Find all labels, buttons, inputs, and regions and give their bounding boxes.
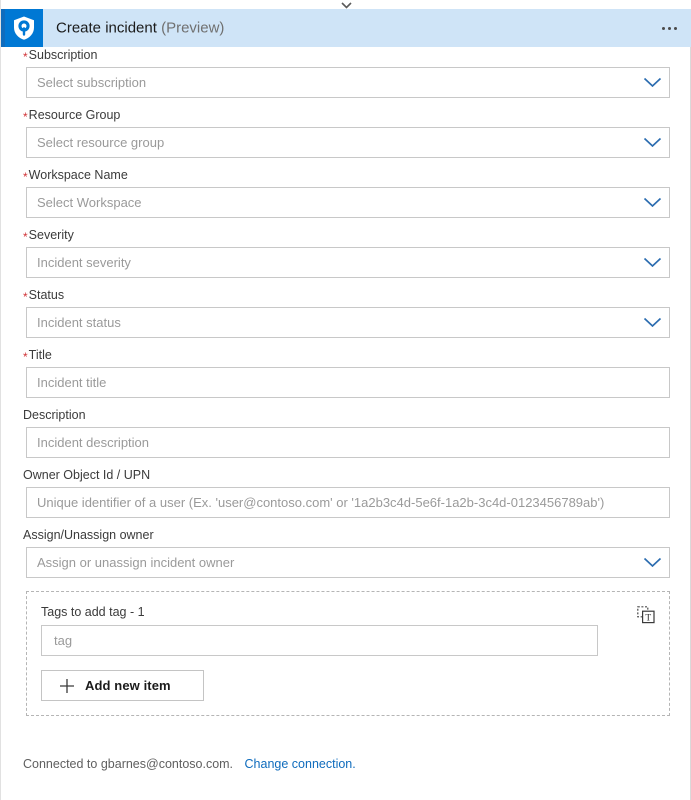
label-text: Owner Object Id / UPN <box>23 468 150 482</box>
label-text: Subscription <box>29 48 98 62</box>
change-connection-link[interactable]: Change connection. <box>245 757 356 771</box>
status-dropdown[interactable]: Incident status <box>26 307 670 338</box>
chevron-down-icon[interactable] <box>635 128 669 157</box>
menu-dot <box>662 27 665 30</box>
label-status: *Status <box>23 287 670 303</box>
page-title-text: Create incident <box>56 20 157 37</box>
connection-status-text: Connected to gbarnes@contoso.com. <box>23 757 233 771</box>
tags-array-block: Tags to add tag - 1 tag T Add new item <box>26 591 670 716</box>
resource-group-placeholder: Select resource group <box>27 135 635 150</box>
menu-dot <box>674 27 677 30</box>
form-body: *Subscription Select subscription *Resou… <box>1 47 691 716</box>
add-new-item-button[interactable]: Add new item <box>41 670 204 701</box>
label-text: Assign/Unassign owner <box>23 528 154 542</box>
owner-object-id-input[interactable]: Unique identifier of a user (Ex. 'user@c… <box>26 487 670 518</box>
caret-down-icon[interactable] <box>340 1 354 9</box>
required-marker: * <box>23 230 28 244</box>
create-incident-action-card: Create incident (Preview) *Subscription … <box>0 0 691 800</box>
chevron-down-icon[interactable] <box>635 548 669 577</box>
required-marker: * <box>23 50 28 64</box>
subscription-dropdown[interactable]: Select subscription <box>26 67 670 98</box>
required-marker: * <box>23 110 28 124</box>
title-placeholder: Incident title <box>27 375 669 390</box>
text-input-switch-icon[interactable]: T <box>635 604 657 626</box>
field-description: Description Incident description <box>1 407 691 458</box>
owner-object-id-placeholder: Unique identifier of a user (Ex. 'user@c… <box>27 495 669 510</box>
tags-item-label: Tags to add tag - 1 <box>41 604 655 620</box>
label-text: Resource Group <box>29 108 121 122</box>
add-new-item-label: Add new item <box>85 678 171 693</box>
workspace-name-dropdown[interactable]: Select Workspace <box>26 187 670 218</box>
subscription-placeholder: Select subscription <box>27 75 635 90</box>
required-marker: * <box>23 170 28 184</box>
label-text: Title <box>29 348 52 362</box>
chevron-down-icon[interactable] <box>635 308 669 337</box>
preview-badge: (Preview) <box>161 20 224 37</box>
svg-text:T: T <box>645 613 651 623</box>
required-marker: * <box>23 290 28 304</box>
label-text: Description <box>23 408 86 422</box>
label-owner-object-id: Owner Object Id / UPN <box>23 467 670 483</box>
chevron-down-icon[interactable] <box>635 68 669 97</box>
page-title: Create incident (Preview) <box>56 20 224 37</box>
field-severity: *Severity Incident severity <box>1 227 691 278</box>
field-subscription: *Subscription Select subscription <box>1 47 691 98</box>
field-title: *Title Incident title <box>1 347 691 398</box>
severity-dropdown[interactable]: Incident severity <box>26 247 670 278</box>
severity-placeholder: Incident severity <box>27 255 635 270</box>
field-resource-group: *Resource Group Select resource group <box>1 107 691 158</box>
status-placeholder: Incident status <box>27 315 635 330</box>
tag-placeholder: tag <box>42 633 72 648</box>
menu-dot <box>668 27 671 30</box>
required-marker: * <box>23 350 28 364</box>
label-assign-unassign-owner: Assign/Unassign owner <box>23 527 670 543</box>
chevron-down-icon[interactable] <box>635 188 669 217</box>
tag-input[interactable]: tag <box>41 625 598 656</box>
title-input[interactable]: Incident title <box>26 367 670 398</box>
microsoft-sentinel-shield-icon <box>5 9 43 47</box>
connection-status-bar: Connected to gbarnes@contoso.com. Change… <box>1 757 691 771</box>
label-text: Severity <box>29 228 74 242</box>
plus-icon <box>59 678 75 694</box>
card-header: Create incident (Preview) <box>1 9 691 47</box>
label-subscription: *Subscription <box>23 47 670 63</box>
ellipsis-horizontal-icon[interactable] <box>656 17 682 39</box>
field-status: *Status Incident status <box>1 287 691 338</box>
field-owner-object-id: Owner Object Id / UPN Unique identifier … <box>1 467 691 518</box>
assign-unassign-owner-placeholder: Assign or unassign incident owner <box>27 555 635 570</box>
label-workspace-name: *Workspace Name <box>23 167 670 183</box>
label-resource-group: *Resource Group <box>23 107 670 123</box>
chevron-down-icon[interactable] <box>635 248 669 277</box>
label-description: Description <box>23 407 670 423</box>
label-severity: *Severity <box>23 227 670 243</box>
field-workspace-name: *Workspace Name Select Workspace <box>1 167 691 218</box>
label-title: *Title <box>23 347 670 363</box>
description-placeholder: Incident description <box>27 435 669 450</box>
description-input[interactable]: Incident description <box>26 427 670 458</box>
assign-unassign-owner-dropdown[interactable]: Assign or unassign incident owner <box>26 547 670 578</box>
field-assign-unassign-owner: Assign/Unassign owner Assign or unassign… <box>1 527 691 578</box>
resource-group-dropdown[interactable]: Select resource group <box>26 127 670 158</box>
label-text: Status <box>29 288 64 302</box>
label-text: Workspace Name <box>29 168 128 182</box>
workspace-name-placeholder: Select Workspace <box>27 195 635 210</box>
